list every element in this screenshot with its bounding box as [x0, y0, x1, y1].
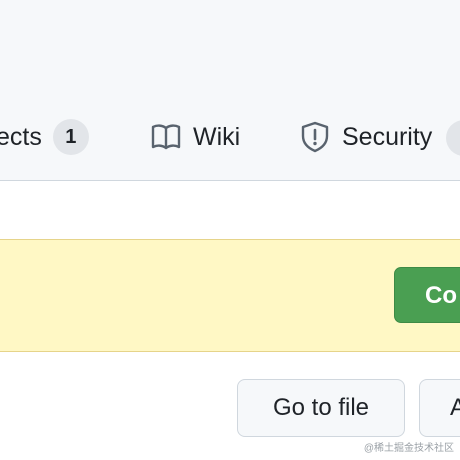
- projects-count-badge: 1: [52, 119, 89, 155]
- watermark-text: @稀土掘金技术社区: [363, 443, 454, 454]
- tab-projects-label: ects: [0, 122, 42, 151]
- go-to-file-label: Go to file: [272, 394, 370, 421]
- tab-projects[interactable]: ects 1: [0, 116, 89, 158]
- tab-wiki-label: Wiki: [193, 122, 241, 151]
- primary-action-label: Co: [425, 282, 457, 309]
- tab-security[interactable]: Security: [300, 116, 432, 158]
- tab-wiki[interactable]: Wiki: [151, 116, 240, 158]
- add-file-label: A: [450, 394, 460, 421]
- tab-security-label: Security: [342, 122, 433, 151]
- security-count-badge: [446, 120, 460, 156]
- shield-icon: [300, 121, 330, 153]
- book-icon: [151, 123, 181, 151]
- repo-header: ects 1 Wiki Security: [0, 0, 460, 181]
- notice-banner: [0, 239, 460, 352]
- go-to-file-button[interactable]: Go to file: [237, 379, 405, 437]
- repository-page: ects 1 Wiki Security Co Go to file @稀土掘金…: [0, 0, 460, 460]
- add-file-button[interactable]: A: [419, 379, 460, 437]
- primary-action-button[interactable]: Co: [394, 267, 460, 323]
